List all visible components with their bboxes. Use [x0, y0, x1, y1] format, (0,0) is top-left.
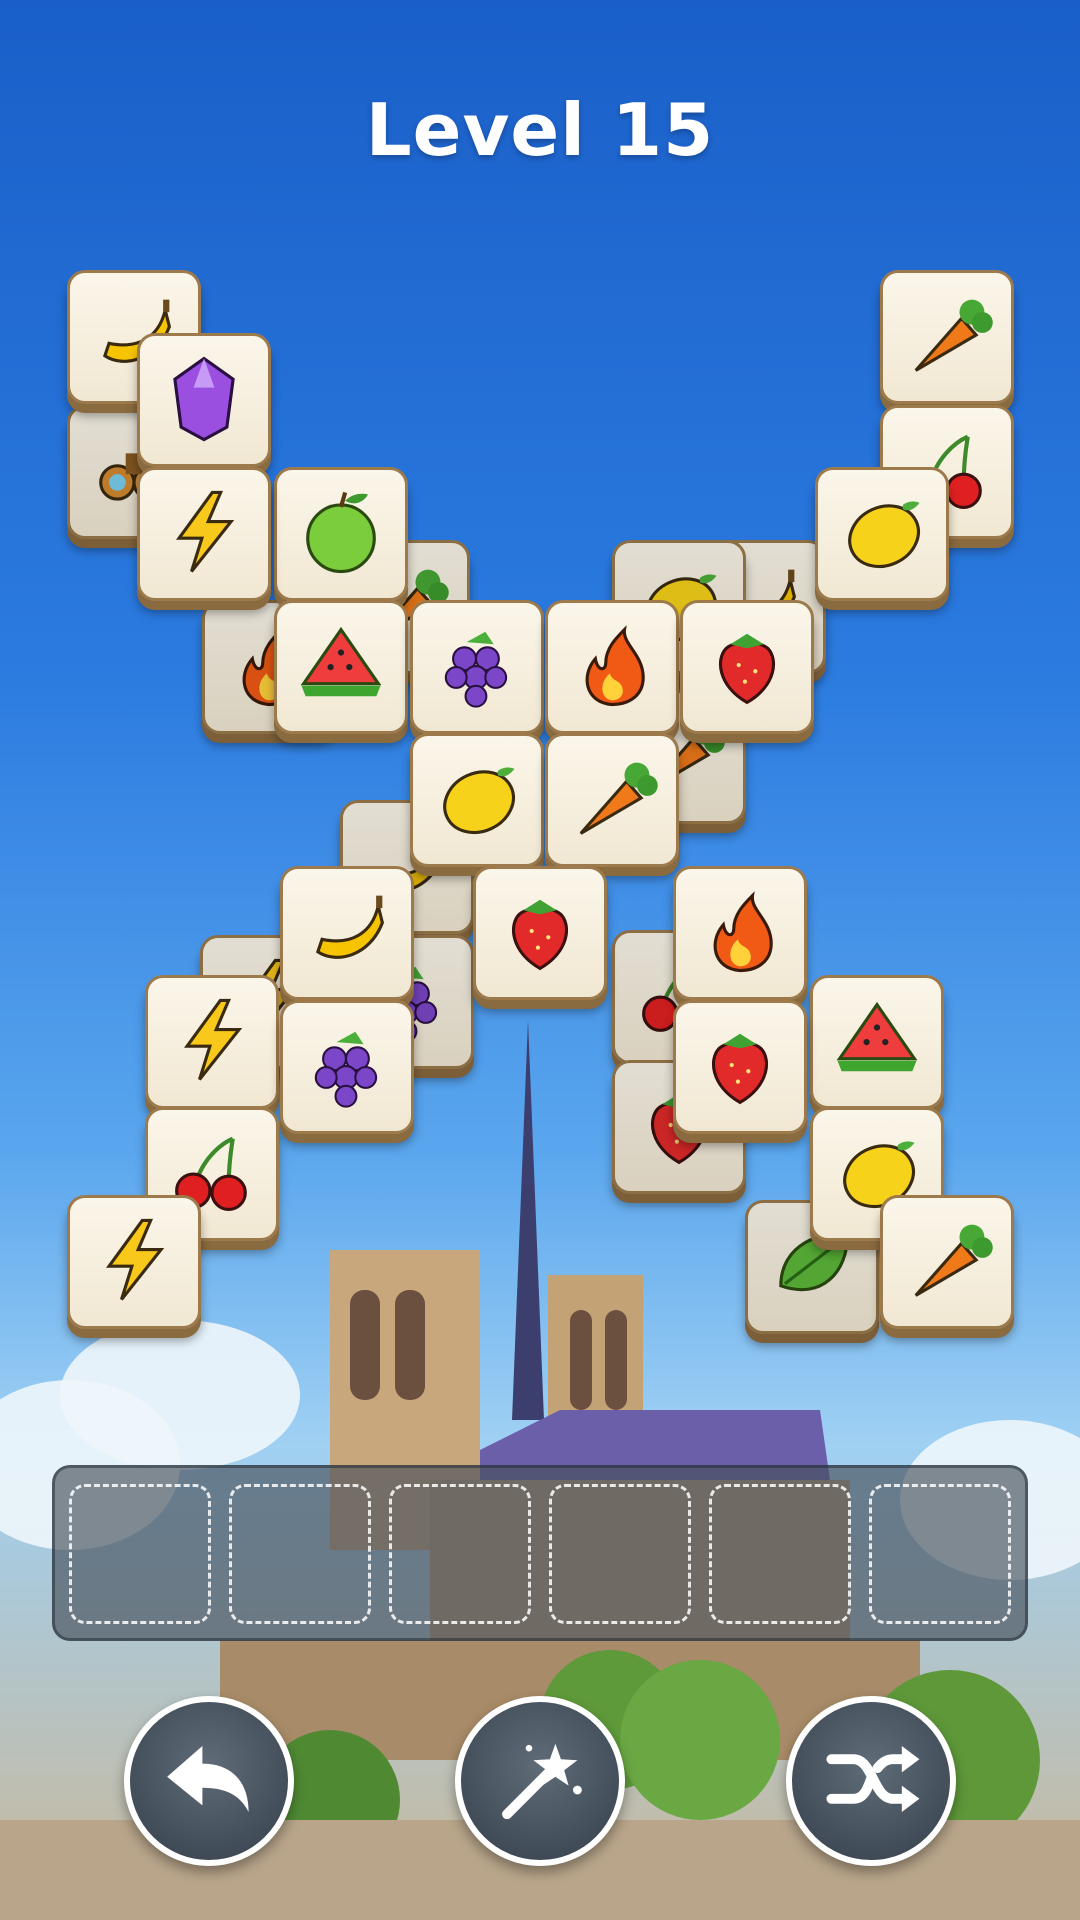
- fire-icon: [688, 879, 792, 987]
- carrot-icon: [895, 283, 999, 391]
- tray-slot: [69, 1484, 211, 1624]
- tile-strawberry[interactable]: [680, 600, 814, 734]
- tile-carrot[interactable]: [880, 270, 1014, 404]
- tray-slot: [869, 1484, 1011, 1624]
- tile-strawberry[interactable]: [473, 866, 607, 1000]
- tile-fire[interactable]: [673, 866, 807, 1000]
- tile-lightning[interactable]: [137, 467, 271, 601]
- undo-button[interactable]: [124, 1696, 294, 1866]
- tray-slot: [709, 1484, 851, 1624]
- apple-icon: [289, 480, 393, 588]
- level-title: Level 15: [365, 88, 715, 172]
- banana-icon: [295, 879, 399, 987]
- tile-lemon[interactable]: [815, 467, 949, 601]
- gem-icon: [152, 346, 256, 454]
- carrot-icon: [895, 1208, 999, 1316]
- tray-slot: [389, 1484, 531, 1624]
- tile-watermelon[interactable]: [810, 975, 944, 1109]
- grapes-icon: [425, 613, 529, 721]
- tile-banana[interactable]: [280, 866, 414, 1000]
- tile-lightning[interactable]: [67, 1195, 201, 1329]
- tray-slot: [549, 1484, 691, 1624]
- tile-tray: [52, 1465, 1028, 1641]
- lemon-icon: [830, 480, 934, 588]
- strawberry-icon: [688, 1013, 792, 1121]
- carrot-icon: [560, 746, 664, 854]
- tray-slot: [229, 1484, 371, 1624]
- fire-icon: [560, 613, 664, 721]
- lightning-icon: [160, 988, 264, 1096]
- lightning-icon: [82, 1208, 186, 1316]
- tile-watermelon[interactable]: [274, 600, 408, 734]
- lightning-icon: [152, 480, 256, 588]
- shuffle-button[interactable]: [786, 1696, 956, 1866]
- tile-lightning[interactable]: [145, 975, 279, 1109]
- tile-grapes[interactable]: [280, 1000, 414, 1134]
- lemon-icon: [425, 746, 529, 854]
- tile-apple[interactable]: [274, 467, 408, 601]
- tile-fire[interactable]: [545, 600, 679, 734]
- magic-wand-icon: [485, 1724, 595, 1838]
- tile-gem[interactable]: [137, 333, 271, 467]
- strawberry-icon: [695, 613, 799, 721]
- tile-strawberry[interactable]: [673, 1000, 807, 1134]
- tile-carrot[interactable]: [545, 733, 679, 867]
- strawberry-icon: [488, 879, 592, 987]
- tile-lemon[interactable]: [410, 733, 544, 867]
- undo-arrow-icon: [154, 1724, 264, 1838]
- watermelon-icon: [289, 613, 393, 721]
- shuffle-icon: [816, 1724, 926, 1838]
- tile-grapes[interactable]: [410, 600, 544, 734]
- grapes-icon: [295, 1013, 399, 1121]
- tile-carrot[interactable]: [880, 1195, 1014, 1329]
- hint-button[interactable]: [455, 1696, 625, 1866]
- watermelon-icon: [825, 988, 929, 1096]
